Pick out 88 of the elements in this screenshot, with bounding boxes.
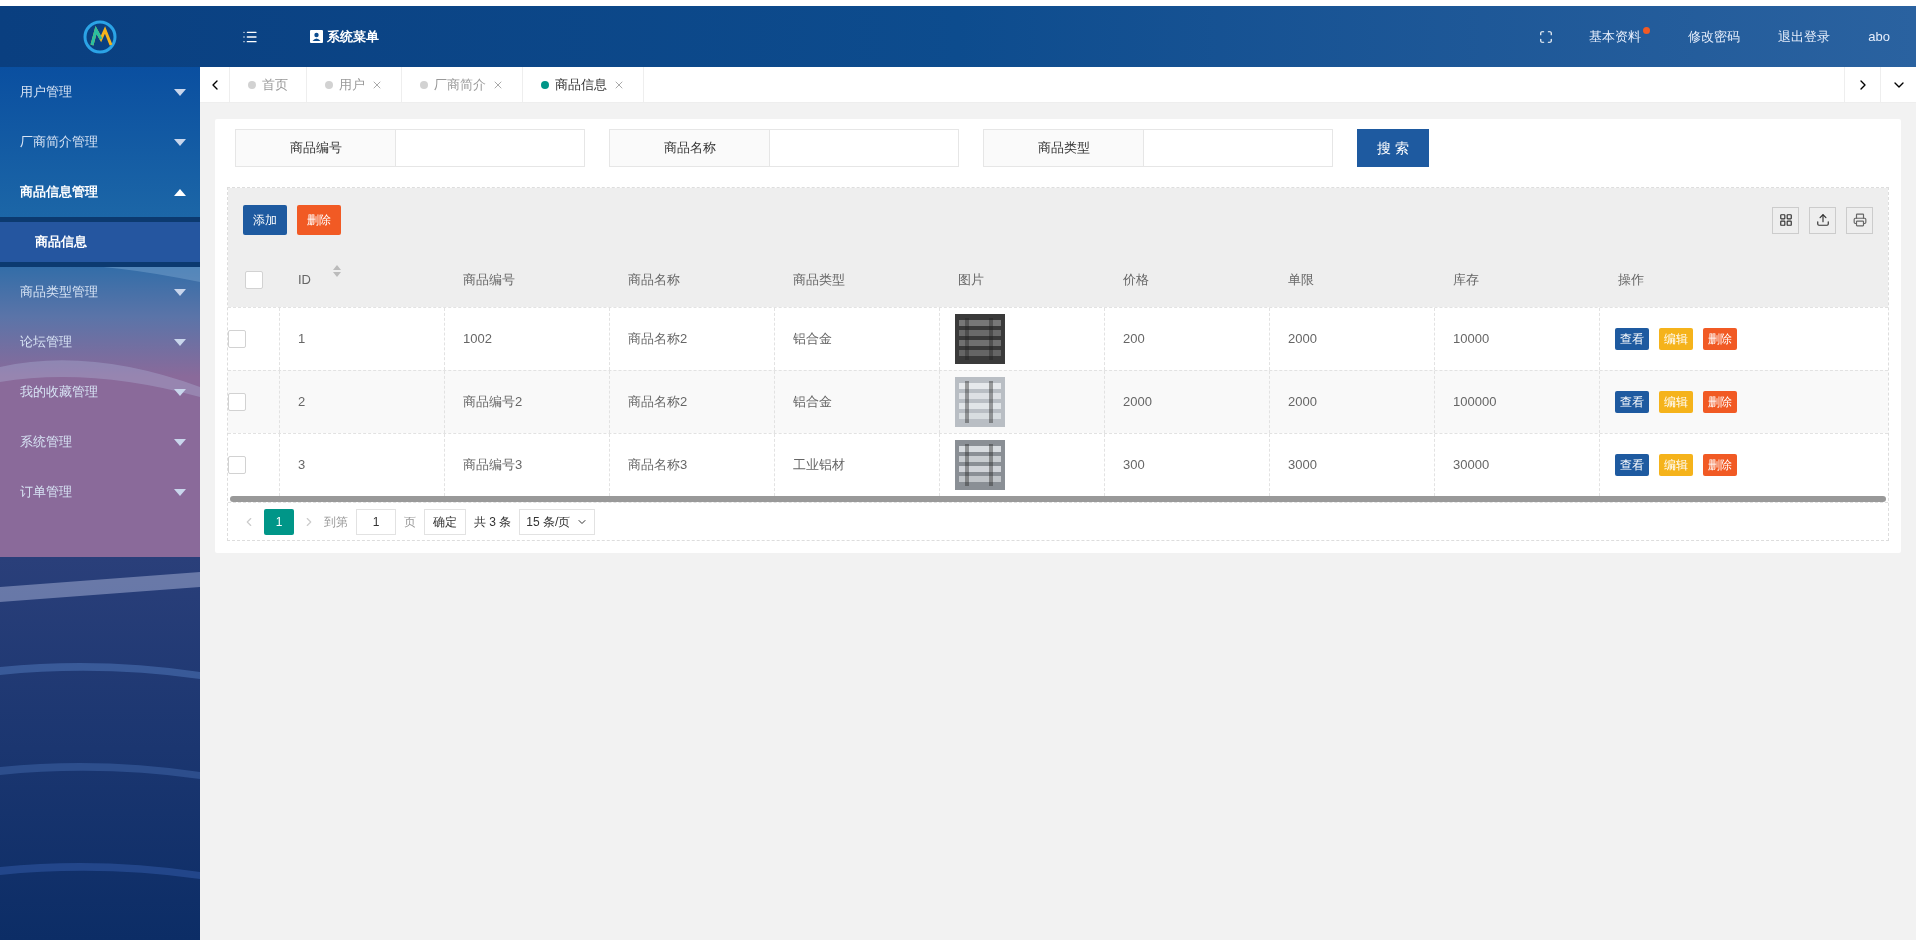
table-cell-text: 商品名称3	[628, 456, 688, 475]
column-header: 操作	[1618, 270, 1644, 289]
sidebar-menu-item[interactable]: 订单管理	[0, 467, 200, 517]
select-all-checkbox[interactable]	[245, 270, 263, 289]
header-link[interactable]: 基本资料	[1589, 26, 1651, 47]
table-cell-text: 商品名称2	[628, 330, 688, 349]
search-field[interactable]: 商品类型	[983, 129, 1333, 167]
search-field[interactable]: 商品名称	[609, 129, 959, 167]
current-page-button[interactable]: 1	[264, 508, 294, 535]
table-cell-text: 100000	[1453, 393, 1497, 412]
page-tab[interactable]: 首页	[230, 67, 307, 102]
sort-icon[interactable]	[333, 264, 341, 277]
table-cell-text: 铝合金	[793, 393, 832, 412]
export-button[interactable]	[1809, 206, 1836, 234]
table-cell-text: 3	[298, 456, 306, 475]
sidebar-menu-item[interactable]: 厂商简介管理	[0, 117, 200, 167]
confirm-button[interactable]: 确定	[424, 508, 466, 535]
caret-down-icon	[174, 388, 186, 396]
print-button[interactable]	[1846, 206, 1873, 234]
caret-up-icon	[174, 188, 186, 196]
fullscreen-icon[interactable]	[1539, 29, 1554, 44]
table-cell-text: 200	[1123, 330, 1145, 349]
caret-down-icon	[174, 288, 186, 296]
search-button[interactable]: 搜 索	[1357, 129, 1429, 167]
caret-down-icon	[174, 138, 186, 146]
table-cell-text: 商品编号3	[463, 456, 523, 475]
system-menu-button[interactable]: 系统菜单	[310, 26, 379, 47]
grid-icon	[1778, 213, 1793, 227]
column-header: 价格	[1123, 270, 1149, 289]
add-button[interactable]: 添加	[243, 205, 287, 235]
table-cell-text: 30000	[1453, 456, 1490, 475]
row-action-button[interactable]: 查看	[1615, 328, 1649, 350]
header-link[interactable]: abo	[1868, 26, 1890, 47]
table-cell-text: 10000	[1453, 330, 1490, 349]
row-action-button[interactable]: 删除	[1703, 454, 1737, 476]
delete-button[interactable]: 删除	[297, 205, 341, 235]
table-cell-text: 2000	[1123, 393, 1152, 412]
column-header: 库存	[1453, 270, 1479, 289]
column-header: 单限	[1288, 270, 1314, 289]
upload-icon	[1815, 213, 1830, 227]
row-action-button[interactable]: 删除	[1703, 328, 1737, 350]
table-cell-text: 商品名称2	[628, 393, 688, 412]
table-cell-text: 工业铝材	[793, 456, 845, 475]
column-header: 图片	[958, 270, 984, 289]
table-cell-text: 2000	[1288, 330, 1317, 349]
sidebar-menu-item[interactable]: 商品类型管理	[0, 267, 200, 317]
total-count: 共 3 条	[474, 513, 512, 531]
row-action-button[interactable]: 查看	[1615, 391, 1649, 413]
caret-down-icon	[174, 488, 186, 496]
table-cell-text: 铝合金	[793, 330, 832, 349]
contact-icon	[310, 30, 323, 43]
caret-down-icon	[174, 88, 186, 96]
columns-filter-button[interactable]	[1772, 206, 1799, 234]
table-cell-text: 2	[298, 393, 306, 412]
page-tab[interactable]: 商品信息	[523, 67, 644, 102]
sidebar-submenu-item[interactable]: 商品信息	[0, 217, 200, 267]
sidebar-menu-item[interactable]: 我的收藏管理	[0, 367, 200, 417]
header-link[interactable]: 修改密码	[1688, 26, 1741, 47]
sidebar-menu-item[interactable]: 用户管理	[0, 67, 200, 117]
page-unit-label: 页	[404, 513, 416, 531]
goto-label: 到第	[324, 513, 348, 531]
column-header[interactable]: ID	[298, 269, 311, 290]
row-checkbox[interactable]	[228, 393, 246, 411]
header-link[interactable]: 退出登录	[1778, 26, 1831, 47]
page-size-select[interactable]: 15 条/页	[519, 508, 596, 535]
column-header: 商品名称	[628, 270, 680, 289]
page-tab[interactable]: 厂商简介	[402, 67, 523, 102]
page-input[interactable]: 1	[356, 508, 396, 535]
row-checkbox[interactable]	[228, 456, 246, 474]
column-header: 商品类型	[793, 270, 845, 289]
table-cell-text: 1002	[463, 330, 492, 349]
print-icon	[1852, 213, 1867, 227]
caret-down-icon	[174, 438, 186, 446]
row-action-button[interactable]: 删除	[1703, 391, 1737, 413]
sidebar-menu-item[interactable]: 系统管理	[0, 417, 200, 467]
row-action-button[interactable]: 查看	[1615, 454, 1649, 476]
row-checkbox[interactable]	[228, 330, 246, 348]
column-header: 商品编号	[463, 270, 515, 289]
table-cell-text: 商品编号2	[463, 393, 523, 412]
table-cell-text: 300	[1123, 456, 1145, 475]
logo-icon	[82, 18, 118, 55]
sidebar-menu-item[interactable]: 论坛管理	[0, 317, 200, 367]
caret-down-icon	[174, 338, 186, 346]
sidebar-menu-item[interactable]: 商品信息管理	[0, 167, 200, 217]
table-cell-text: 1	[298, 330, 306, 349]
table-cell-text: 3000	[1288, 456, 1317, 475]
search-field[interactable]: 商品编号	[235, 129, 585, 167]
table-cell-text: 2000	[1288, 393, 1317, 412]
